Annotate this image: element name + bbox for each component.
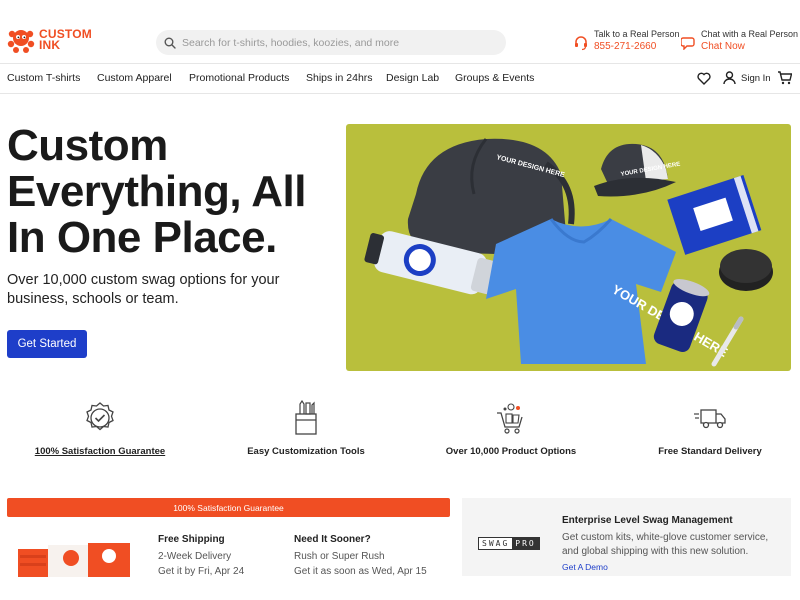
enterprise-promo: SWAG PRO Enterprise Level Swag Managemen… [462, 498, 791, 576]
free-shipping-info: Free Shipping 2-Week Delivery Get it by … [158, 532, 244, 579]
guarantee-banner[interactable]: 100% Satisfaction Guarantee [7, 498, 450, 517]
logo-line-2: INK [39, 38, 61, 52]
octopus-logo-icon [7, 30, 35, 53]
feature-delivery-label: Free Standard Delivery [658, 446, 762, 457]
hero-title: Custom Everything, All In One Place. [7, 121, 306, 262]
free-shipping-title: Free Shipping [158, 534, 225, 545]
hero-subtitle: Over 10,000 custom swag options for your… [7, 272, 280, 307]
phone-contact[interactable]: Talk to a Real Person 855-271-2660 [573, 29, 680, 54]
rush-shipping-title: Need It Sooner? [294, 534, 371, 545]
feature-customization-label: Easy Customization Tools [247, 446, 365, 457]
cart-products-icon [426, 400, 596, 436]
search-bar[interactable]: Search for t-shirts, hoodies, koozies, a… [156, 30, 506, 55]
rush-shipping-info: Need It Sooner? Rush or Super Rush Get i… [294, 532, 427, 579]
enterprise-description: Get custom kits, white-glove customer se… [562, 532, 769, 557]
product-collage: YOUR DESIGN HERE YOUR DESIGN HERE YOUR D… [364, 138, 773, 367]
enterprise-title: Enterprise Level Swag Management [562, 515, 733, 526]
feature-products-label: Over 10,000 Product Options [445, 446, 577, 457]
get-started-button[interactable]: Get Started [7, 330, 87, 358]
chat-label: Chat with a Real Person [701, 29, 799, 39]
heart-icon[interactable] [697, 72, 711, 85]
custom-ink-logo[interactable]: CUSTOM INK [6, 25, 92, 55]
get-a-demo-link[interactable]: Get A Demo [562, 562, 608, 572]
delivery-truck-icon [625, 400, 795, 436]
feature-satisfaction-link[interactable]: 100% Satisfaction Guarantee [15, 446, 185, 457]
headset-icon [575, 36, 587, 51]
main-nav: Custom T-shirts Custom Apparel Promotion… [0, 63, 800, 94]
rush-shipping-date: Get it as soon as Wed, Apr 15 [294, 566, 427, 577]
phone-number-link[interactable]: 855-271-2660 [594, 40, 680, 54]
nav-promotional-products[interactable]: Promotional Products [189, 72, 289, 84]
chat-bubble-icon [681, 37, 695, 50]
swag-pro-logo-right: PRO [512, 538, 539, 549]
feature-products: Over 10,000 Product Options [426, 400, 596, 457]
sign-in-link[interactable]: Sign In [741, 73, 771, 84]
shipping-boxes-image [18, 541, 130, 577]
phone-label: Talk to a Real Person [594, 29, 680, 39]
nav-custom-apparel[interactable]: Custom Apparel [97, 72, 172, 84]
rush-shipping-options: Rush or Super Rush [294, 551, 385, 562]
nav-custom-tshirts[interactable]: Custom T-shirts [7, 72, 80, 84]
nav-ships-24hrs[interactable]: Ships in 24hrs [306, 72, 373, 84]
chat-now-link[interactable]: Chat Now [701, 40, 798, 54]
free-shipping-delivery: 2-Week Delivery [158, 551, 232, 562]
nav-groups-events[interactable]: Groups & Events [455, 72, 534, 84]
hero-product-image: YOUR DESIGN HERE YOUR DESIGN HERE YOUR D… [346, 124, 791, 371]
feature-satisfaction: 100% Satisfaction Guarantee [15, 400, 185, 457]
free-shipping-date: Get it by Fri, Apr 24 [158, 566, 245, 577]
swag-pro-logo-left: SWAG [479, 538, 513, 549]
search-icon [164, 37, 176, 49]
user-icon[interactable] [723, 71, 736, 85]
badge-check-icon [15, 400, 185, 436]
feature-customization: Easy Customization Tools [221, 400, 391, 457]
nav-design-lab[interactable]: Design Lab [386, 72, 439, 84]
feature-delivery: Free Standard Delivery [625, 400, 795, 457]
site-header: CUSTOM INK Search for t-shirts, hoodies,… [0, 0, 800, 63]
swag-pro-logo: SWAG PRO [478, 537, 540, 550]
cart-icon[interactable] [777, 71, 792, 85]
search-input[interactable]: Search for t-shirts, hoodies, koozies, a… [182, 37, 399, 49]
chat-contact[interactable]: Chat with a Real Person Chat Now [681, 29, 798, 54]
logo-wordmark: CUSTOM INK [39, 28, 92, 52]
design-tools-icon [221, 400, 391, 436]
